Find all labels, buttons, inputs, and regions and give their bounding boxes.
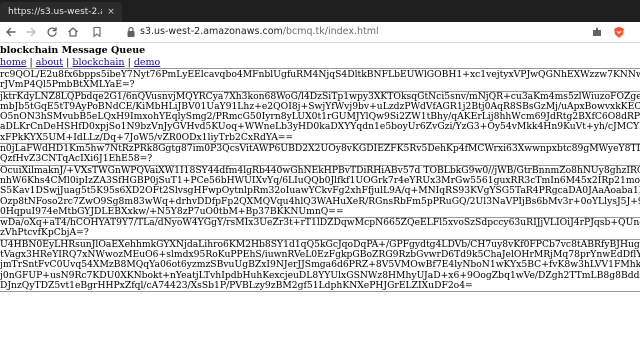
forward-arrow-icon xyxy=(26,27,36,37)
nav-link-demo[interactable]: demo xyxy=(134,57,160,68)
message-line: aDLKrCnDeHSHfD0xpjSo1N9bzVnJyGVHvd5KUoq+… xyxy=(0,122,640,133)
message-line: zVhPtcvfKpCbjA=? xyxy=(0,228,640,240)
nav-link-blockchain[interactable]: blockchain xyxy=(72,57,124,68)
browser-tab-bar: https://s3.us-west-2.amaz × xyxy=(0,0,640,22)
message-line: tVagx3HReYIRQ7xNWwozMEuO6+slmdx95RoKuPPE… xyxy=(0,250,640,261)
message-list: rc9QOL/E2u8fx6bpps5ibeY7Nyt76PmLyEElcavq… xyxy=(0,70,640,293)
message-line: j0nGFUP+usN9Rc7KDU0XKNbokt+nYeatjLTvhIpd… xyxy=(0,270,640,281)
message-line: wDa/oXq+aT4/hCOHYAT9Y7/TLa/dNyoW4YGgY/rs… xyxy=(0,218,640,229)
message-line: OcuiXilmaknJ/+VXsTWGnWPQVaiXW1I18SY44dfm… xyxy=(0,165,640,176)
nav-link-about[interactable]: about xyxy=(36,57,63,68)
page-title: blockchain Message Queue xyxy=(0,45,146,56)
reload-icon xyxy=(47,27,57,37)
browser-tab[interactable]: https://s3.us-west-2.amaz × xyxy=(0,2,122,22)
message-line: n0jLaFWdHD1Km5hw7NtRzPRk8Ggtg87im0P3QcsV… xyxy=(0,144,640,155)
back-button[interactable] xyxy=(4,25,18,39)
home-button[interactable] xyxy=(66,25,80,39)
nav-link-home[interactable]: home xyxy=(0,57,26,68)
message-line: Ozp8tNFoso2rc7ZwO9Sg8m83wWq+drhvDDfpFp2Q… xyxy=(0,196,640,207)
tab-title: https://s3.us-west-2.amaz xyxy=(8,7,102,17)
back-arrow-icon xyxy=(6,27,16,37)
message-line: jktrKdyLNZ8LQPbdqe2G1/6nQVusnvjMQYRCya7X… xyxy=(0,91,640,102)
nav-separator: | xyxy=(26,57,36,68)
reload-button[interactable] xyxy=(45,25,59,39)
nav-separator: | xyxy=(124,57,134,68)
puzzle-icon xyxy=(593,27,601,36)
message-line: 0HqpuI974eMtbGYJDLEBXxkw/+N5Y8zP7uO0tbM+… xyxy=(0,207,640,219)
message-line: mbJb5tGqE5tT9AyPoBNdCE/KiMbHLiJBV01UaY91… xyxy=(0,101,640,112)
extensions-button[interactable] xyxy=(590,25,604,39)
nav-separator: | xyxy=(63,57,73,68)
lock-icon xyxy=(127,26,135,37)
bookmark-button[interactable] xyxy=(90,25,104,39)
message-line: S5Kav1DSwjJuag5t5K95s6XD2OFt2SlvsgHFwpOy… xyxy=(0,186,640,197)
message-line: O5nON3hSMvubB5eLQxH9ImxohYEqlySmg2/PRmcG… xyxy=(0,112,640,123)
forward-button[interactable] xyxy=(24,25,38,39)
page-content: blockchain Message Queue home | about | … xyxy=(0,43,640,360)
message-line: xFPkKYX5UM+IdLLz/Dq+7JoW5/vZR0ODx1liyTrb… xyxy=(0,133,640,145)
message-line: U4HBN0EyLHRsunJlOaEXehhmkGYXNjdaLihro6KM… xyxy=(0,239,640,250)
message-line: rc9QOL/E2u8fx6bpps5ibeY7Nyt76PmLyEElcavq… xyxy=(0,70,640,80)
url-path: /bcmq.tk/index.html xyxy=(282,26,379,37)
message-line: jmTrSntFvC0Uvq54XMzB8MQqYa06ot6yzmzSBvuU… xyxy=(0,260,640,271)
brave-shield-button[interactable] xyxy=(612,25,626,39)
message-line: nhW6Khs4CMl0ipIzZA3SfHGBP0jSuT1+PCe56bHW… xyxy=(0,175,640,186)
url-host: s3.us-west-2.amazonaws.com xyxy=(140,26,283,37)
message-line: DJnzQyTDZ5vt1eBgrHHPxZfql/cA74423/XsSb1P… xyxy=(0,281,640,293)
home-icon xyxy=(68,27,78,37)
message-line: rJVmP4Ql5PmbBtXMLYaE=? xyxy=(0,80,640,92)
message-line: QzfHvZ3CNTqAcIXi6J1EhE58=? xyxy=(0,154,640,166)
bookmark-icon xyxy=(93,26,101,38)
divider xyxy=(0,68,640,69)
browser-toolbar: s3.us-west-2.amazonaws.com/bcmq.tk/index… xyxy=(0,22,640,43)
address-bar[interactable]: s3.us-west-2.amazonaws.com/bcmq.tk/index… xyxy=(140,26,379,37)
site-nav: home | about | blockchain | demo xyxy=(0,57,160,68)
tab-close-icon[interactable]: × xyxy=(106,7,116,17)
lion-shield-icon xyxy=(614,26,624,38)
